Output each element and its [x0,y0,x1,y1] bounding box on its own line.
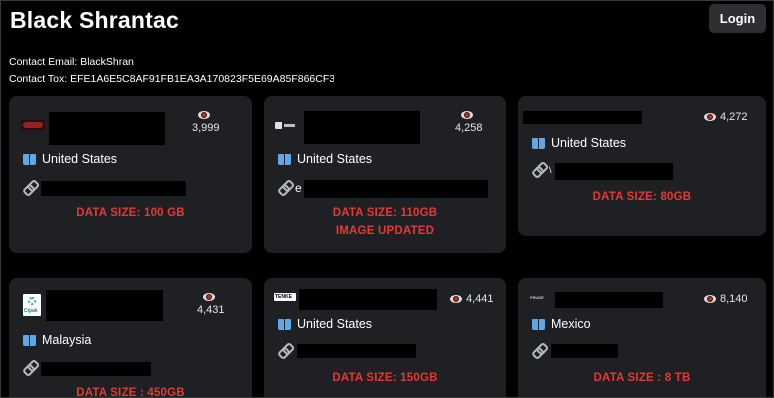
country-row: United States [23,152,117,166]
link-text: \ [549,165,552,175]
data-size: DATA SIZE : 8 TB [593,372,691,384]
contact-tox-text: Contact Tox: EFE1A6E5C8AF91FB1EA3A170823… [9,73,341,85]
contact-email: Contact Email: BlackShran [9,56,134,68]
contact-tox: Contact Tox: EFE1A6E5C8AF91FB1EA3A170823… [9,73,341,85]
redaction-bar [41,181,186,196]
data-size: DATA SIZE: 100 GB [76,207,185,219]
link-icon [530,343,547,360]
redaction-bar [555,292,663,308]
image-updated-note: IMAGE UPDATED [335,225,435,237]
book-icon [278,153,291,165]
redaction-bar [46,290,163,321]
dark-wordmark-logo-icon [275,122,295,129]
eye-icon [450,295,462,303]
country-row: United States [278,152,372,166]
link-row[interactable] [278,345,290,357]
country-row: Malaysia [23,333,91,347]
redaction-bar [297,344,416,358]
eye-icon [704,113,716,121]
redaction-bar [136,56,264,67]
view-count: 4,272 [704,111,748,123]
redaction-bar [304,180,488,198]
view-count-value: 4,431 [197,304,225,316]
redaction-bar [304,111,420,144]
tenke-logo-text: TENKE [275,294,292,300]
victim-card[interactable]: TENKE 4,441 United States DATA SIZE: 150… [264,278,506,397]
page-frame: Black Shrantac Login Contact Email: Blac… [0,0,774,398]
view-count-value: 4,272 [720,111,748,123]
link-icon [276,343,293,360]
link-row[interactable]: e [278,181,302,195]
view-count-value: 4,441 [466,293,494,305]
tenke-logo-icon: TENKE [274,293,296,301]
country-label: United States [551,136,627,150]
redaction-bar [299,289,437,310]
country-label: Mexico [551,317,591,331]
victim-card[interactable]: FRUDE 8,140 Mexico DATA SIZE : 8 TB [518,278,766,397]
eye-icon [460,111,473,119]
data-size: DATA SIZE : 450GB [76,387,185,398]
redaction-bar [551,344,618,358]
link-row[interactable] [23,362,35,374]
view-count: 4,441 [450,293,494,305]
link-icon [21,180,38,197]
view-count: 8,140 [704,293,748,305]
login-button[interactable]: Login [709,4,766,33]
link-row[interactable] [532,345,544,357]
link-row[interactable]: \ [532,164,552,176]
book-icon [532,318,545,330]
small-wordmark-logo-icon: FRUDE [530,295,548,301]
country-label: United States [297,152,373,166]
country-row: United States [532,136,626,150]
country-label: Malaysia [42,333,92,347]
red-logo-icon [21,120,45,130]
book-icon [278,318,291,330]
view-count: 4,431 [197,293,225,316]
book-icon [532,137,545,149]
view-count: 3,999 [192,111,220,134]
victim-card[interactable]: 3,999 United States DATA SIZE: 100 GB [9,96,252,253]
view-count-value: 3,999 [192,122,220,134]
contact-email-text: Contact Email: BlackShran [9,56,134,68]
small-wordmark-logo-text: FRUDE [530,295,544,300]
site-title: Black Shrantac [10,7,179,33]
eye-icon [704,295,716,303]
victim-card[interactable]: 4,258 United States e DATA SIZE: 110GB I… [264,96,506,253]
victim-card[interactable]: 4,272 United States \ DATA SIZE: 80GB [518,96,766,236]
book-icon [23,153,36,165]
country-label: United States [42,152,118,166]
view-count-value: 8,140 [720,293,748,305]
cipak-logo-icon: Cipak [23,294,41,316]
victim-card[interactable]: Cipak 4,431 Malaysia DATA SIZE : 450GB [9,278,252,398]
eye-icon [197,111,210,119]
data-size: DATA SIZE: 150GB [332,372,438,384]
redaction-bar [49,112,165,145]
redaction-bar [523,111,642,124]
redaction-bar [555,163,673,180]
redaction-bar [41,362,151,376]
link-icon [530,162,547,179]
view-count: 4,258 [455,111,483,134]
data-size: DATA SIZE: 110GB [332,207,438,219]
eye-icon [202,293,215,301]
country-row: United States [278,317,372,331]
link-icon [276,180,293,197]
link-text: e [295,181,302,195]
view-count-value: 4,258 [455,122,483,134]
book-icon [23,334,36,346]
data-size: DATA SIZE: 80GB [592,191,692,203]
country-row: Mexico [532,317,591,331]
link-row[interactable] [23,182,35,194]
link-icon [21,360,38,377]
country-label: United States [297,317,373,331]
cipak-logo-text: Cipak [24,308,38,314]
redaction-bar [334,71,546,84]
